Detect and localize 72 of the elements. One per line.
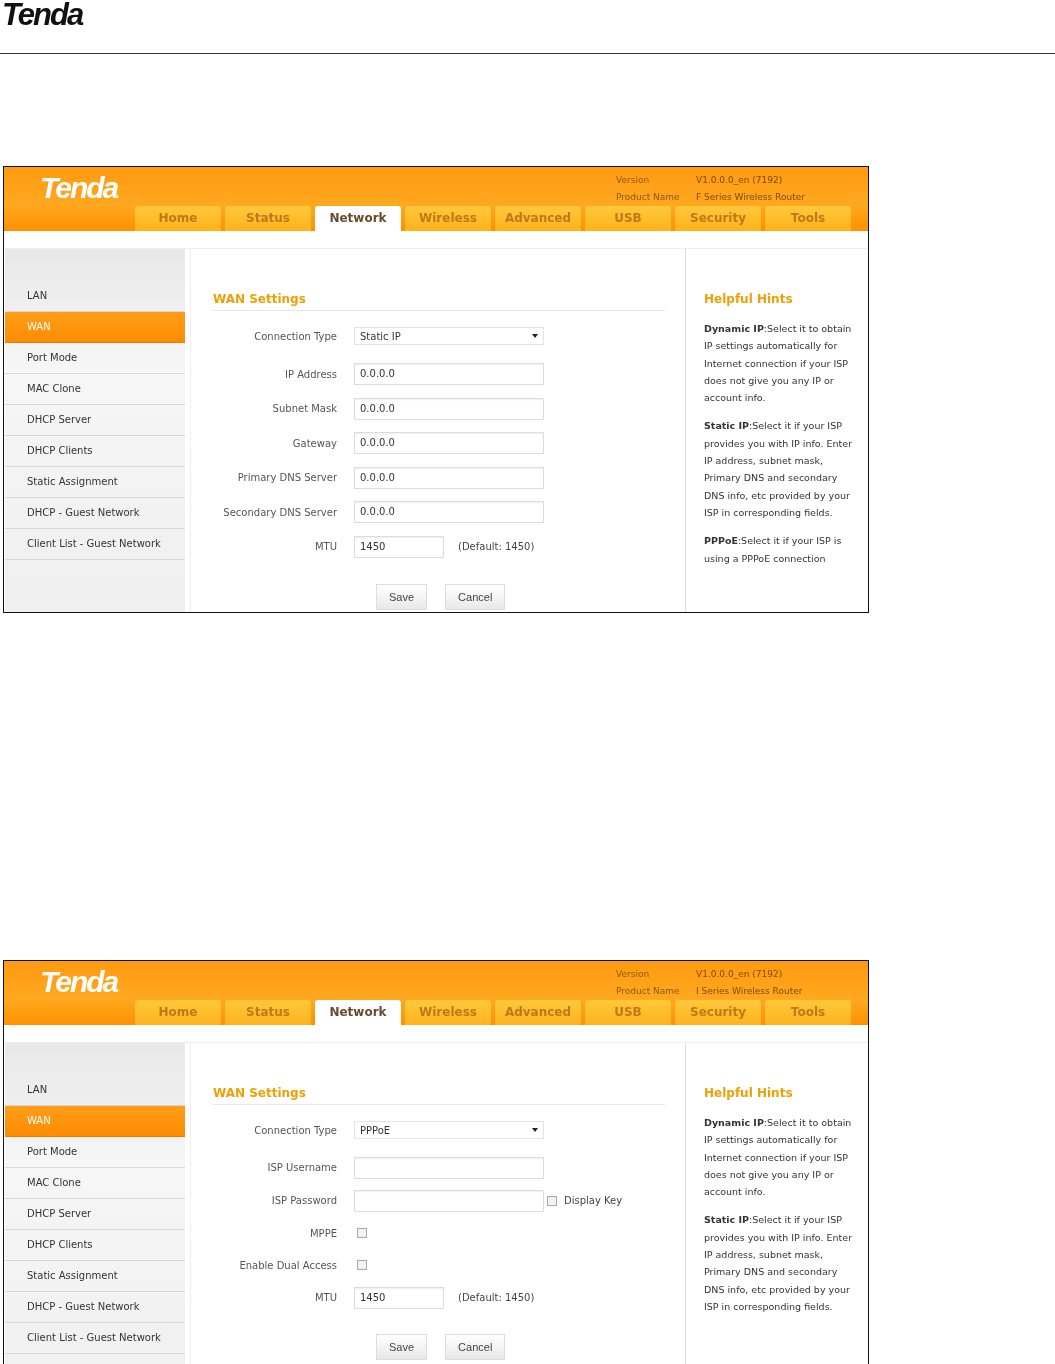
nav-tab[interactable]: Network xyxy=(315,1000,401,1025)
input-field[interactable] xyxy=(354,1189,544,1212)
hint-paragraph: Static IP:Select it if your ISP provides you with IP info. Enter IP address, subnet mask, Primary DNS and secondary DNS info, etc provided by your ISP in corresponding fields. xyxy=(704,1213,854,1314)
action-button[interactable]: Cancel xyxy=(445,1334,506,1360)
sidebar-item[interactable]: Port Mode xyxy=(5,343,185,374)
field-label: Subnet Mask xyxy=(271,403,337,415)
field-label: Gateway xyxy=(291,437,337,449)
hints-title: Helpful Hints xyxy=(704,1086,794,1100)
section-title: WAN Settings xyxy=(213,292,665,311)
field-label: Connection Type xyxy=(253,1124,337,1136)
logo: Tenda xyxy=(40,170,118,205)
connection-type-dropdown[interactable]: Static IP xyxy=(354,327,544,345)
sidebar-item[interactable]: DHCP Clients xyxy=(5,1230,185,1261)
field-label: IP Address xyxy=(284,368,337,380)
sidebar-item[interactable]: DHCP - Guest Network xyxy=(5,498,185,529)
sidebar-item[interactable]: DHCP Server xyxy=(5,1199,185,1230)
action-button[interactable]: Cancel xyxy=(445,584,506,610)
input-field[interactable]: 0.0.0.0 xyxy=(354,397,544,420)
info-value: F Series Wireless Router xyxy=(696,191,805,204)
field-label: Primary DNS Server xyxy=(236,472,337,484)
input-field[interactable]: 0.0.0.0 xyxy=(354,432,544,455)
info-value: V1.0.0.0_en (7192) xyxy=(696,968,783,981)
sidebar-item[interactable]: Client List - Guest Network xyxy=(5,529,185,560)
info-label: Version xyxy=(616,174,651,187)
field-label: MTU xyxy=(313,1292,337,1303)
hint-paragraph: Dynamic IP:Select it to obtain IP settings automatically for Internet connection if your ISP does not give you any IP or account info. xyxy=(704,1116,853,1200)
input-field[interactable]: 0.0.0.0 xyxy=(354,501,544,524)
checkbox[interactable] xyxy=(357,1228,367,1238)
input-field[interactable] xyxy=(354,1156,544,1179)
field-label: Connection Type xyxy=(253,330,337,342)
sidebar-item[interactable]: DHCP - Guest Network xyxy=(5,1292,185,1323)
logo: Tenda xyxy=(40,964,118,999)
sidebar-item[interactable]: Static Assignment xyxy=(5,467,185,498)
info-value: V1.0.0.0_en (7192) xyxy=(696,174,783,187)
input-field[interactable]: 1450 xyxy=(354,1286,444,1309)
sidebar-item[interactable]: DHCP Server xyxy=(5,405,185,436)
sidebar-item[interactable]: DHCP Clients xyxy=(5,436,185,467)
caret-icon xyxy=(532,1128,538,1132)
field-label: Secondary DNS Server xyxy=(222,506,337,518)
section-title: WAN Settings xyxy=(213,1086,665,1105)
action-button[interactable]: Save xyxy=(376,584,428,610)
field-label: MTU xyxy=(313,541,337,553)
checkbox[interactable] xyxy=(357,1260,367,1270)
checkbox-label: Display Key xyxy=(564,1195,623,1206)
sidebar-item[interactable]: Port Mode xyxy=(5,1137,185,1168)
info-label: Product Name xyxy=(616,985,681,998)
hint-paragraph: Dynamic IP:Select it to obtain IP settings automatically for Internet connection if your ISP does not give you any IP or account info. xyxy=(704,322,853,406)
info-value: I Series Wireless Router xyxy=(696,985,803,998)
sidebar-item[interactable]: Client List - Guest Network xyxy=(5,1323,185,1354)
default-note: (Default: 1450) xyxy=(458,1292,535,1303)
info-label: Product Name xyxy=(616,191,681,204)
hints-title: Helpful Hints xyxy=(704,292,794,306)
field-label: ISP Username xyxy=(266,1162,337,1173)
sidebar-item[interactable]: Static Assignment xyxy=(5,1261,185,1292)
field-label: ISP Password xyxy=(270,1195,337,1206)
hint-paragraph: Static IP:Select it if your ISP provides you with IP info. Enter IP address, subnet mask, Primary DNS and secondary DNS info, etc provided by your ISP in corresponding fields. xyxy=(704,419,854,520)
input-field[interactable]: 0.0.0.0 xyxy=(354,466,544,489)
caret-icon xyxy=(532,334,538,338)
input-field[interactable]: 1450 xyxy=(354,535,444,558)
connection-type-dropdown[interactable]: PPPoE xyxy=(354,1121,544,1139)
info-label: Version xyxy=(616,968,651,981)
logo: Tenda xyxy=(2,0,83,30)
action-button[interactable]: Save xyxy=(376,1334,428,1360)
sidebar-item[interactable]: MAC Clone xyxy=(5,1168,185,1199)
sidebar-item[interactable]: MAC Clone xyxy=(5,374,185,405)
input-field[interactable]: 0.0.0.0 xyxy=(354,363,544,386)
field-label: Enable Dual Access xyxy=(238,1259,337,1271)
nav-tab[interactable]: Network xyxy=(315,206,401,231)
field-label: MPPE xyxy=(309,1227,337,1239)
default-note: (Default: 1450) xyxy=(458,541,535,553)
checkbox[interactable] xyxy=(547,1195,557,1206)
hint-paragraph: PPPoE:Select it if your ISP is using a PPPoE connection xyxy=(704,534,843,566)
